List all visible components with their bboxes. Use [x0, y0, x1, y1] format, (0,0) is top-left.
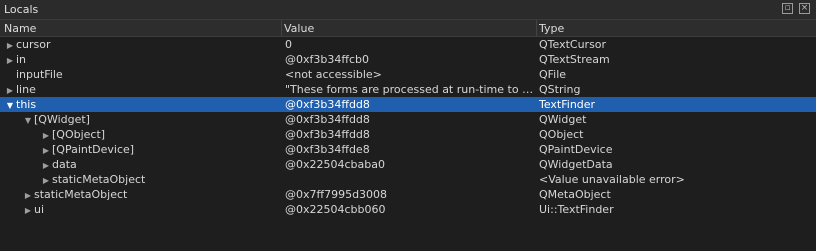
collapse-arrow-icon[interactable]: ▼ [22, 113, 34, 127]
name-cell: ▶ staticMetaObject [0, 187, 282, 202]
type-cell: QWidgetData [539, 158, 613, 171]
collapse-arrow-icon[interactable]: ▼ [4, 98, 16, 112]
locals-panel: Locals ▫ × Name Value Type ▶ cursor 0 QText… [0, 0, 816, 251]
header-type[interactable]: Type [537, 20, 816, 36]
type-cell: QString [539, 83, 581, 96]
tree-row[interactable]: ▶ staticMetaObject @0x7ff7995d3008 QMetaObj… [0, 187, 816, 202]
variable-name: line [16, 83, 36, 96]
variable-name: [QObject] [52, 128, 106, 141]
expand-arrow-icon[interactable]: ▶ [22, 203, 34, 217]
type-cell: QTextCursor [539, 38, 607, 51]
type-cell: QFile [539, 68, 567, 81]
type-cell: QTextStream [539, 53, 610, 66]
expand-arrow-icon[interactable]: ▶ [40, 173, 52, 187]
tree-row[interactable]: ▼ this @0xf3b34ffdd8 TextFinder [0, 97, 816, 112]
value-cell[interactable]: @0x22504cbaba0 [282, 157, 537, 172]
name-cell: ▶ [QObject] [0, 127, 282, 142]
variable-name: in [16, 53, 27, 66]
name-cell: inputFile [0, 67, 282, 82]
variable-name: cursor [16, 38, 51, 51]
name-cell: ▶ [QPaintDevice] [0, 142, 282, 157]
expand-arrow-icon[interactable]: ▶ [4, 83, 16, 97]
panel-titlebar: Locals ▫ × [0, 0, 816, 20]
tree-row[interactable]: ▶ staticMetaObject <Value unavailable erro… [0, 172, 816, 187]
expand-arrow-icon[interactable]: ▶ [40, 128, 52, 142]
name-cell: ▼ this [0, 97, 282, 112]
expand-arrow-icon[interactable]: ▶ [22, 188, 34, 202]
type-cell: QWidget [539, 113, 587, 126]
tree-row[interactable]: inputFile <not accessible> QFile [0, 67, 816, 82]
variable-name: ui [34, 203, 45, 216]
type-cell: QPaintDevice [539, 143, 613, 156]
tree-row[interactable]: ▶ in @0xf3b34ffcb0 QTextStream [0, 52, 816, 67]
value-cell[interactable]: @0x7ff7995d3008 [282, 187, 537, 202]
tree-row[interactable]: ▶ line "These forms are processed at run-t… [0, 82, 816, 97]
close-icon[interactable]: × [799, 3, 810, 14]
expand-arrow-icon[interactable]: ▶ [4, 53, 16, 67]
value-cell[interactable]: 0 [282, 37, 537, 52]
name-cell: ▶ ui [0, 202, 282, 217]
variable-name: [QWidget] [34, 113, 90, 126]
value-cell[interactable]: <not accessible> [282, 67, 537, 82]
variable-name: staticMetaObject [52, 173, 146, 186]
header-name[interactable]: Name [0, 20, 282, 36]
tree-row[interactable]: ▼ [QWidget] @0xf3b34ffdd8 QWidget [0, 112, 816, 127]
locals-tree: ▶ cursor 0 QTextCursor ▶ in @0xf3b34ffcb0 QText… [0, 37, 816, 217]
tree-row[interactable]: ▶ cursor 0 QTextCursor [0, 37, 816, 52]
value-cell[interactable]: @0x22504cbb060 [282, 202, 537, 217]
name-cell: ▼ [QWidget] [0, 112, 282, 127]
value-cell[interactable]: @0xf3b34ffdd8 [282, 127, 537, 142]
header-value[interactable]: Value [282, 20, 537, 36]
value-cell[interactable]: "These forms are processed at run-time t… [282, 82, 537, 97]
tree-row[interactable]: ▶ data @0x22504cbaba0 QWidgetData [0, 157, 816, 172]
value-cell[interactable]: @0xf3b34ffcb0 [282, 52, 537, 67]
type-cell: Ui::TextFinder [539, 203, 614, 216]
variable-name: this [16, 98, 37, 111]
expand-arrow-icon[interactable]: ▶ [40, 158, 52, 172]
type-cell: <Value unavailable error> [539, 173, 685, 186]
float-icon[interactable]: ▫ [782, 3, 793, 14]
variable-name: inputFile [16, 68, 63, 81]
value-cell[interactable] [282, 172, 537, 187]
value-cell[interactable]: @0xf3b34ffdd8 [282, 112, 537, 127]
type-cell: QMetaObject [539, 188, 611, 201]
variable-name: staticMetaObject [34, 188, 128, 201]
title-icons: ▫ × [782, 3, 810, 14]
name-cell: ▶ data [0, 157, 282, 172]
value-cell[interactable]: @0xf3b34ffde8 [282, 142, 537, 157]
column-headers: Name Value Type [0, 20, 816, 37]
name-cell: ▶ staticMetaObject [0, 172, 282, 187]
tree-row[interactable]: ▶ [QObject] @0xf3b34ffdd8 QObject [0, 127, 816, 142]
type-cell: QObject [539, 128, 584, 141]
name-cell: ▶ line [0, 82, 282, 97]
panel-title: Locals [4, 3, 39, 16]
tree-row[interactable]: ▶ ui @0x22504cbb060 Ui::TextFinder [0, 202, 816, 217]
tree-row[interactable]: ▶ [QPaintDevice] @0xf3b34ffde8 QPaintDevice [0, 142, 816, 157]
variable-name: [QPaintDevice] [52, 143, 135, 156]
value-cell[interactable]: @0xf3b34ffdd8 [282, 97, 537, 112]
variable-name: data [52, 158, 77, 171]
name-cell: ▶ cursor [0, 37, 282, 52]
expand-arrow-icon[interactable]: ▶ [40, 143, 52, 157]
type-cell: TextFinder [539, 98, 596, 111]
expand-arrow-icon[interactable]: ▶ [4, 38, 16, 52]
name-cell: ▶ in [0, 52, 282, 67]
